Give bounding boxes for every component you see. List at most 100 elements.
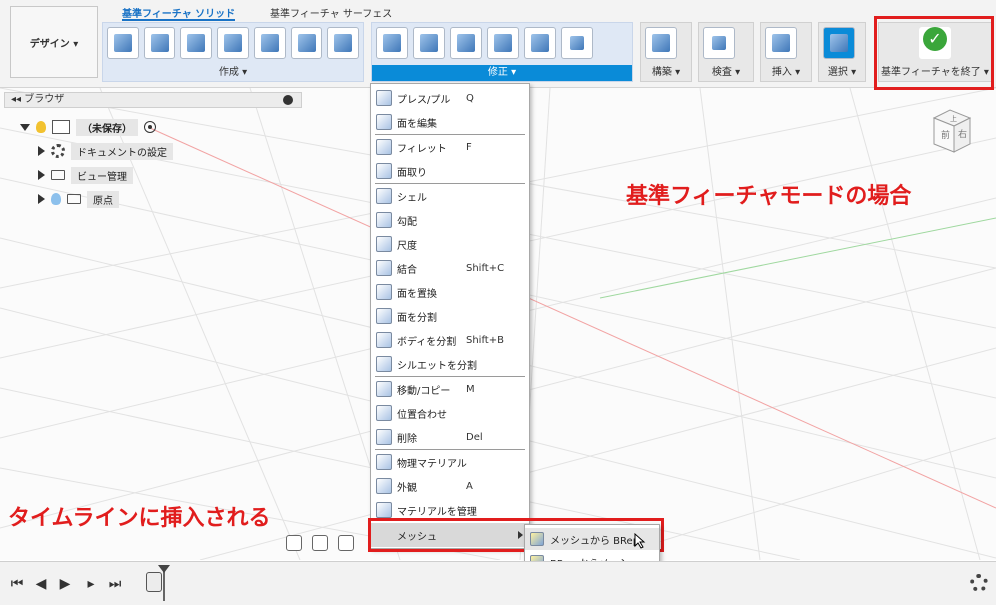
menu-item-fillet[interactable]: フィレット F [371, 135, 529, 159]
create-menu-button[interactable]: 作成 ▾ [103, 65, 363, 81]
timeline-base-feature-icon[interactable] [146, 572, 162, 592]
group-modify: 修正 ▾ [371, 22, 633, 82]
look-at-icon[interactable] [312, 535, 328, 551]
revolve-icon[interactable] [180, 27, 213, 59]
move-icon[interactable] [561, 27, 593, 59]
highlight-finish-box [874, 16, 994, 90]
lightbulb-icon[interactable] [36, 121, 46, 133]
combine-icon[interactable] [487, 27, 519, 59]
inspect-menu-button[interactable]: 検査 ▾ [699, 65, 753, 81]
measure-icon[interactable] [703, 27, 735, 59]
menu-item-replace-face[interactable]: 面を置換 [371, 280, 529, 304]
insert-image-icon[interactable] [765, 27, 797, 59]
browser-close-icon[interactable] [283, 95, 293, 105]
orbit-icon[interactable] [286, 535, 302, 551]
fillet-icon [376, 139, 392, 155]
shell-icon [376, 188, 392, 204]
modify-menu-button[interactable]: 修正 ▾ [372, 65, 632, 81]
pan-hand-icon[interactable] [338, 535, 354, 551]
move-icon [376, 381, 392, 397]
split-body-icon [376, 332, 392, 348]
fillet-icon[interactable] [413, 27, 445, 59]
collapse-arrows-icon[interactable]: ◂◂ [11, 94, 24, 105]
shell-icon[interactable] [450, 27, 482, 59]
fusion-icon[interactable] [327, 27, 360, 59]
construct-menu-button[interactable]: 構築 ▾ [641, 65, 691, 81]
draft-icon [376, 212, 392, 228]
tree-row-named-views[interactable]: ビュー管理 [38, 166, 133, 184]
timeline-settings-gear-icon[interactable] [970, 574, 988, 592]
tree-label-named-views: ビュー管理 [71, 166, 133, 184]
workspace-design-dropdown[interactable]: デザイン ▾ [10, 6, 98, 78]
insert-menu-button[interactable]: 挿入 ▾ [761, 65, 811, 81]
mesh-to-brep-icon [530, 532, 544, 546]
play-icon[interactable]: ▶ [58, 577, 72, 591]
replace-face-icon [376, 284, 392, 300]
group-inspect: 検査 ▾ [698, 22, 754, 82]
tab-surface[interactable]: 基準フィーチャ サーフェス [270, 5, 392, 21]
split-face-icon [376, 308, 392, 324]
group-insert: 挿入 ▾ [760, 22, 812, 82]
menu-item-press-pull[interactable]: プレス/プル Q [371, 86, 529, 110]
tree-label-root: （未保存） [76, 118, 138, 136]
browser-header[interactable]: ◂◂ ブラウザ [4, 92, 302, 108]
annotation-mode: 基準フィーチャモードの場合 [626, 184, 912, 209]
delete-icon [376, 429, 392, 445]
mouse-cursor-icon [634, 533, 646, 549]
menu-item-split-face[interactable]: 面を分割 [371, 304, 529, 328]
go-to-start-icon[interactable]: ⏮ [10, 577, 24, 591]
menu-item-scale[interactable]: 尺度 [371, 232, 529, 256]
extrude-icon[interactable] [143, 27, 176, 59]
menu-item-combine[interactable]: 結合 Shift+C [371, 256, 529, 280]
menu-item-align[interactable]: 位置合わせ [371, 401, 529, 425]
silhouette-split-icon [376, 356, 392, 372]
viewcube-front-label[interactable]: 前 [941, 129, 950, 141]
active-radio-icon[interactable] [144, 121, 156, 133]
tree-label-document-settings: ドキュメントの設定 [71, 142, 173, 160]
menu-item-move-copy[interactable]: 移動/コピー M [371, 377, 529, 401]
menu-item-physical-material[interactable]: 物理マテリアル [371, 450, 529, 474]
physical-material-icon [376, 454, 392, 470]
expand-triangle-icon[interactable] [38, 146, 45, 156]
menu-item-delete[interactable]: 削除 Del [371, 425, 529, 449]
form-icon[interactable] [290, 27, 323, 59]
timeline-marker-handle[interactable] [158, 565, 170, 573]
expand-triangle-icon[interactable] [20, 123, 30, 131]
select-menu-button[interactable]: 選択 ▾ [819, 65, 865, 81]
sweep-icon[interactable] [253, 27, 286, 59]
menu-item-split-body[interactable]: ボディを分割 Shift+B [371, 328, 529, 352]
appearance-icon [376, 478, 392, 494]
step-forward-icon[interactable]: ▸ [84, 577, 98, 591]
step-back-icon[interactable]: ◀ [34, 577, 48, 591]
folder-icon [67, 194, 81, 204]
split-face-icon[interactable] [524, 27, 556, 59]
expand-triangle-icon[interactable] [38, 194, 45, 204]
cylinder-icon[interactable] [217, 27, 249, 59]
menu-item-silhouette-split[interactable]: シルエットを分割 [371, 352, 529, 376]
menu-item-draft[interactable]: 勾配 [371, 208, 529, 232]
go-to-end-icon[interactable]: ⏭ [108, 577, 122, 591]
viewcube-right-label[interactable]: 右 [958, 128, 967, 140]
press-pull-icon [376, 90, 392, 106]
modify-dropdown-menu: プレス/プル Q 面を編集 フィレット F 面取り シェル 勾配 尺度 結合 Shif… [370, 83, 530, 549]
tree-row-root[interactable]: （未保存） [20, 118, 156, 136]
offset-plane-icon[interactable] [645, 27, 677, 59]
tree-row-document-settings[interactable]: ドキュメントの設定 [38, 142, 173, 160]
viewcube-top-label[interactable]: 上 [950, 114, 957, 123]
folder-icon [51, 170, 65, 180]
menu-item-chamfer[interactable]: 面取り [371, 159, 529, 183]
group-create: 作成 ▾ [102, 22, 364, 82]
lightbulb-icon[interactable] [51, 193, 61, 205]
menu-item-appearance[interactable]: 外観 A [371, 474, 529, 498]
gear-icon [51, 144, 65, 158]
select-cursor-icon[interactable] [823, 27, 855, 59]
menu-item-edit-face[interactable]: 面を編集 [371, 110, 529, 134]
create-sketch-icon[interactable] [107, 27, 139, 59]
expand-triangle-icon[interactable] [38, 170, 45, 180]
viewcube[interactable]: 前 右 上 [926, 104, 974, 158]
menu-item-shell[interactable]: シェル [371, 184, 529, 208]
tree-row-origin[interactable]: 原点 [38, 190, 119, 208]
tab-solid[interactable]: 基準フィーチャ ソリッド [122, 5, 236, 21]
press-pull-icon[interactable] [376, 27, 408, 59]
annotation-timeline: タイムラインに挿入される [8, 506, 271, 531]
